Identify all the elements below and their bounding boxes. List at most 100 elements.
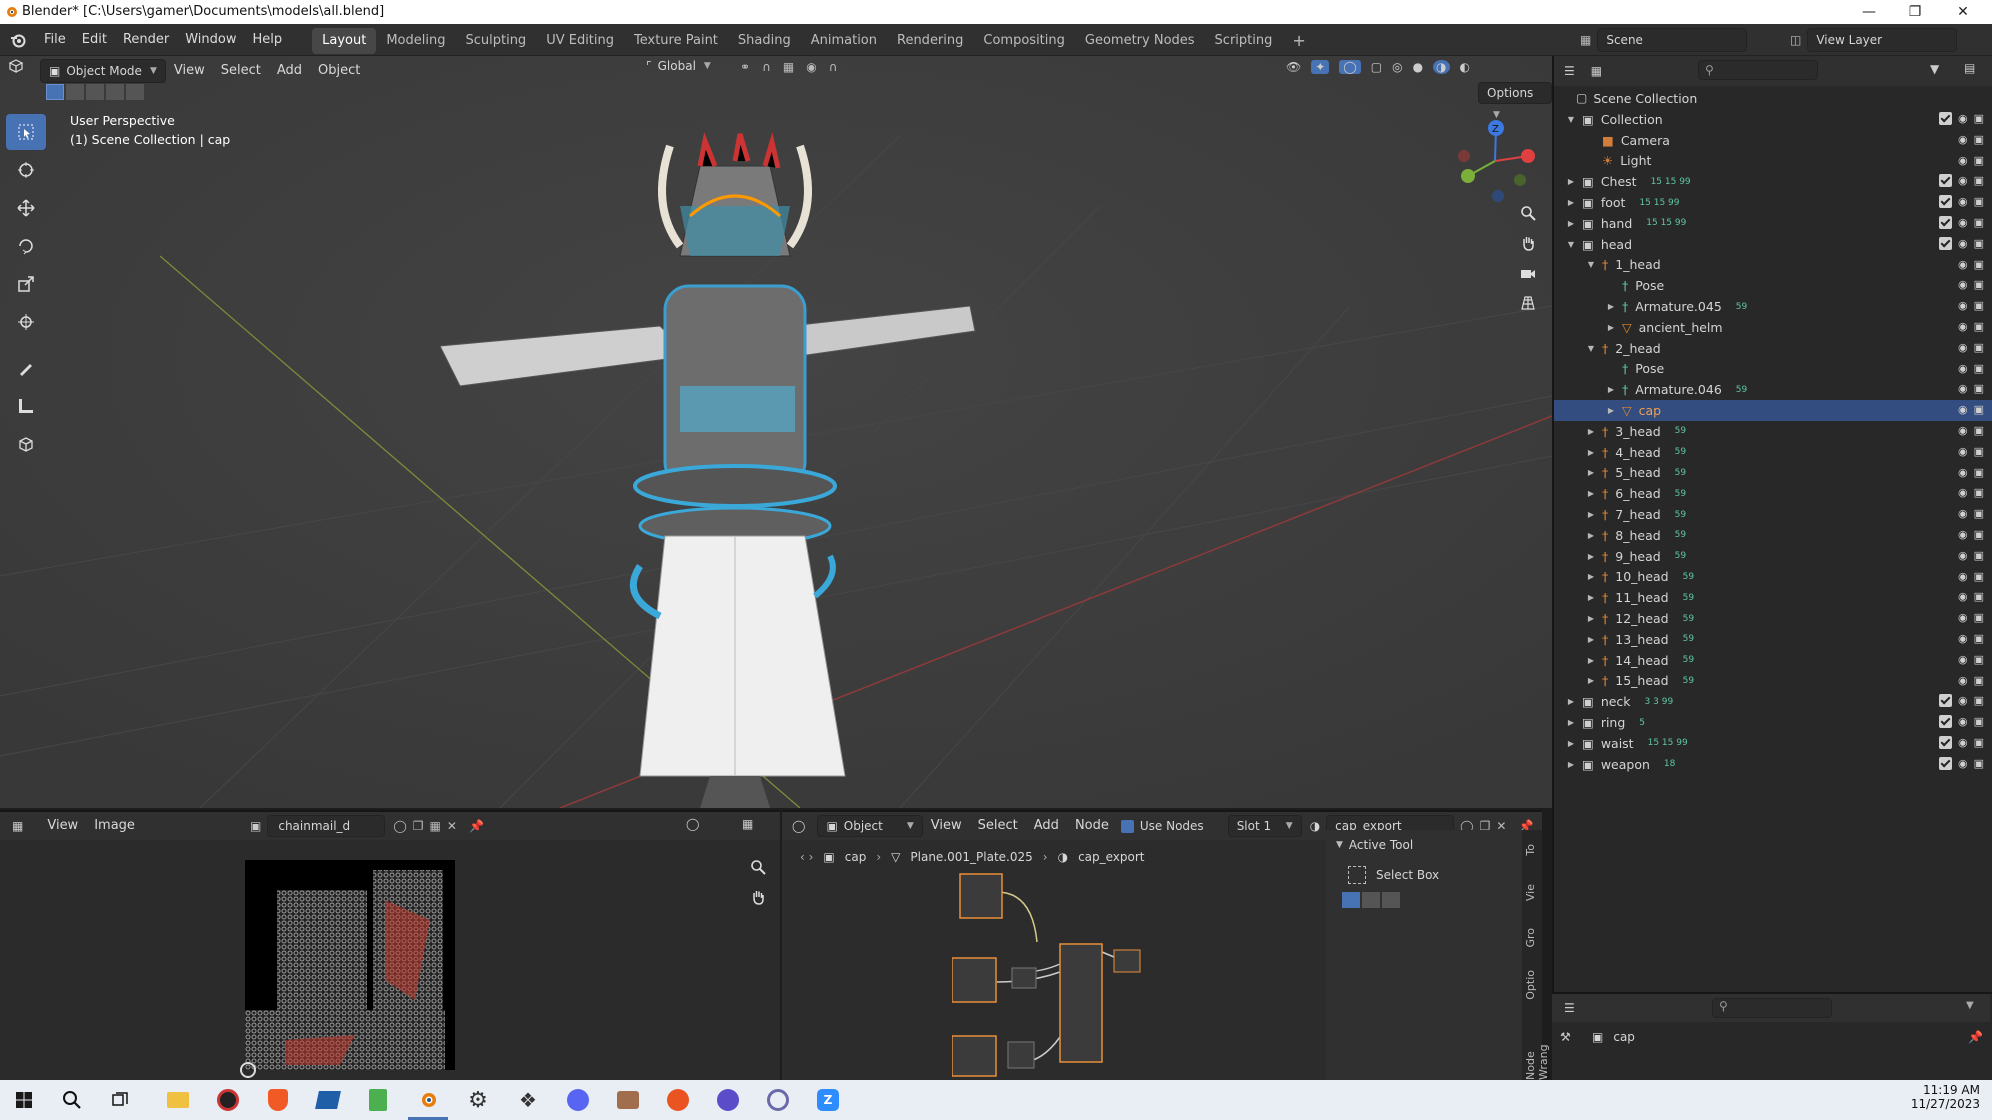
shading-material-icon[interactable]: ◑ (1433, 60, 1450, 74)
render-camera-icon[interactable]: ▣ (1974, 549, 1984, 562)
visibility-eye-icon[interactable]: ◉ (1958, 112, 1968, 125)
pivot-icon[interactable]: ⚭ (740, 60, 750, 74)
select-intersect-icon[interactable] (126, 84, 144, 100)
add-workspace-button[interactable]: + (1282, 28, 1315, 54)
render-camera-icon[interactable]: ▣ (1974, 424, 1984, 437)
select-invert-icon[interactable] (106, 84, 124, 100)
exclude-checkbox[interactable] (1938, 112, 1952, 125)
render-camera-icon[interactable]: ▣ (1974, 154, 1984, 167)
tool-annotate[interactable] (6, 350, 46, 386)
render-camera-icon[interactable]: ▣ (1974, 299, 1984, 312)
object-mode-dropdown[interactable]: ▣ Object Mode ▼ (40, 59, 166, 83)
sidebar-tab-options[interactable]: Optio (1524, 970, 1537, 1000)
shading-solid-icon[interactable]: ● (1413, 60, 1423, 74)
search-icon[interactable] (52, 1080, 92, 1120)
close-window-button[interactable]: ✕ (1940, 0, 1986, 24)
outliner-row-neck[interactable]: ▶ ▣ neck 3 3 99 ◉ ▣ (1554, 691, 1992, 712)
outliner-row-5-head[interactable]: ▶ † 5_head 59 ◉ ▣ (1554, 463, 1992, 484)
outliner-row-chest[interactable]: ▶ ▣ Chest 15 15 99 ◉ ▣ (1554, 171, 1992, 192)
render-camera-icon[interactable]: ▣ (1974, 528, 1984, 541)
navigation-gizmo[interactable]: Z (1450, 116, 1540, 206)
tab-uv-editing[interactable]: UV Editing (536, 28, 624, 54)
render-camera-icon[interactable]: ▣ (1974, 715, 1984, 728)
expand-arrow-right-icon[interactable]: ▶ (1586, 614, 1596, 623)
system-clock[interactable]: 11:19 AM 11/27/2023 (1880, 1083, 1980, 1111)
outliner-child-count-badge[interactable]: 5 (1639, 718, 1645, 728)
expand-arrow-down-icon[interactable]: ▼ (1586, 260, 1596, 269)
network-app-icon[interactable] (758, 1080, 798, 1120)
sidebar-tab-group[interactable]: Gro (1524, 928, 1537, 948)
unity-app-icon[interactable]: ❖ (508, 1080, 548, 1120)
expand-arrow-down-icon[interactable]: ▼ (1586, 344, 1596, 353)
gizmo-x-axis[interactable] (1521, 149, 1535, 163)
image-texture-node[interactable] (952, 957, 997, 1003)
viewport-menu-select[interactable]: Select (213, 59, 269, 83)
visibility-eye-icon[interactable]: ◉ (1958, 694, 1968, 707)
outliner-row-8-head[interactable]: ▶ † 8_head 59 ◉ ▣ (1554, 525, 1992, 546)
expand-arrow-right-icon[interactable]: ▶ (1606, 323, 1616, 332)
expand-arrow-right-icon[interactable]: ▶ (1566, 177, 1576, 186)
shading-wireframe-icon[interactable]: ◎ (1392, 60, 1402, 74)
render-camera-icon[interactable]: ▣ (1974, 674, 1984, 687)
gizmo-neg-y[interactable] (1514, 174, 1526, 186)
visibility-eye-icon[interactable]: ◉ (1958, 715, 1968, 728)
viewport-menu-view[interactable]: View (166, 59, 213, 83)
expand-arrow-right-icon[interactable]: ▶ (1606, 406, 1616, 415)
outliner-row-foot[interactable]: ▶ ▣ foot 15 15 99 ◉ ▣ (1554, 192, 1992, 213)
render-camera-icon[interactable]: ▣ (1974, 362, 1984, 375)
outliner-child-count-badge[interactable]: 59 (1675, 447, 1686, 457)
expand-arrow-down-icon[interactable]: ▼ (1566, 115, 1576, 124)
exclude-checkbox[interactable] (1938, 195, 1952, 209)
tab-shading[interactable]: Shading (728, 28, 801, 54)
render-camera-icon[interactable]: ▣ (1974, 216, 1984, 229)
visibility-eye-icon[interactable]: ◉ (1958, 424, 1968, 437)
expand-arrow-right-icon[interactable]: ▶ (1586, 531, 1596, 540)
node-menu-node[interactable]: Node (1067, 814, 1117, 838)
select-extend-icon[interactable] (66, 84, 84, 100)
expand-arrow-right-icon[interactable]: ▶ (1566, 739, 1576, 748)
render-camera-icon[interactable]: ▣ (1974, 570, 1984, 583)
visibility-eye-icon[interactable]: ◉ (1958, 382, 1968, 395)
visibility-eye-icon[interactable]: ◉ (1958, 528, 1968, 541)
scene-selector[interactable]: ▦ Scene (1580, 28, 1748, 52)
use-nodes-toggle[interactable]: Use Nodes (1120, 819, 1204, 833)
expand-arrow-right-icon[interactable]: ▶ (1586, 593, 1596, 602)
pin-icon[interactable]: 📌 (469, 819, 484, 833)
expand-arrow-right-icon[interactable]: ▶ (1586, 676, 1596, 685)
render-camera-icon[interactable]: ▣ (1974, 445, 1984, 458)
visibility-eye-icon[interactable]: ◉ (1958, 154, 1968, 167)
tab-geometry-nodes[interactable]: Geometry Nodes (1075, 28, 1205, 54)
gizmo-neg-x[interactable] (1458, 150, 1470, 162)
active-tool-section[interactable]: ▼ Active Tool (1336, 838, 1413, 852)
tab-sculpting[interactable]: Sculpting (455, 28, 536, 54)
gizmo-neg-z[interactable] (1492, 190, 1504, 202)
tool-add-cube[interactable] (6, 426, 46, 462)
menu-render[interactable]: Render (115, 24, 177, 56)
properties-search-input[interactable]: ⚲ (1712, 998, 1832, 1018)
exclude-checkbox[interactable] (1938, 236, 1952, 250)
pan-hand-icon[interactable] (1512, 228, 1544, 258)
visibility-eye-icon[interactable]: ◉ (1958, 174, 1968, 187)
visibility-eye-icon[interactable]: ◉ (1958, 133, 1968, 146)
render-camera-icon[interactable]: ▣ (1974, 341, 1984, 354)
outliner-row-15-head[interactable]: ▶ † 15_head 59 ◉ ▣ (1554, 671, 1992, 692)
outliner-child-count-badge[interactable]: 59 (1736, 302, 1747, 312)
notepad-app-icon[interactable] (358, 1080, 398, 1120)
settings-gear-icon[interactable]: ⚙ (458, 1080, 498, 1120)
tool-cursor[interactable] (6, 152, 46, 188)
view-layer-field[interactable]: View Layer (1807, 28, 1958, 52)
outliner-child-count-badge[interactable]: 15 15 99 (1639, 198, 1679, 208)
visibility-eye-icon[interactable]: ◉ (1958, 403, 1968, 416)
outliner-row-collection[interactable]: ▼ ▣ Collection ◉ ▣ (1554, 109, 1992, 130)
unlink-image-icon[interactable]: ✕ (447, 819, 457, 833)
image-editor-type-icon[interactable]: ▦ (12, 819, 23, 833)
exclude-checkbox[interactable] (1938, 174, 1952, 188)
image-texture-node[interactable] (959, 873, 1003, 919)
normal-map-node[interactable] (1011, 967, 1037, 989)
obs-app-icon[interactable] (208, 1080, 248, 1120)
use-nodes-checkbox[interactable] (1120, 819, 1134, 833)
tab-scripting[interactable]: Scripting (1205, 28, 1283, 54)
overlays-icon[interactable]: ◯ (1339, 60, 1361, 74)
gizmo-icon[interactable]: ✦ (1311, 60, 1330, 74)
render-camera-icon[interactable]: ▣ (1974, 133, 1984, 146)
